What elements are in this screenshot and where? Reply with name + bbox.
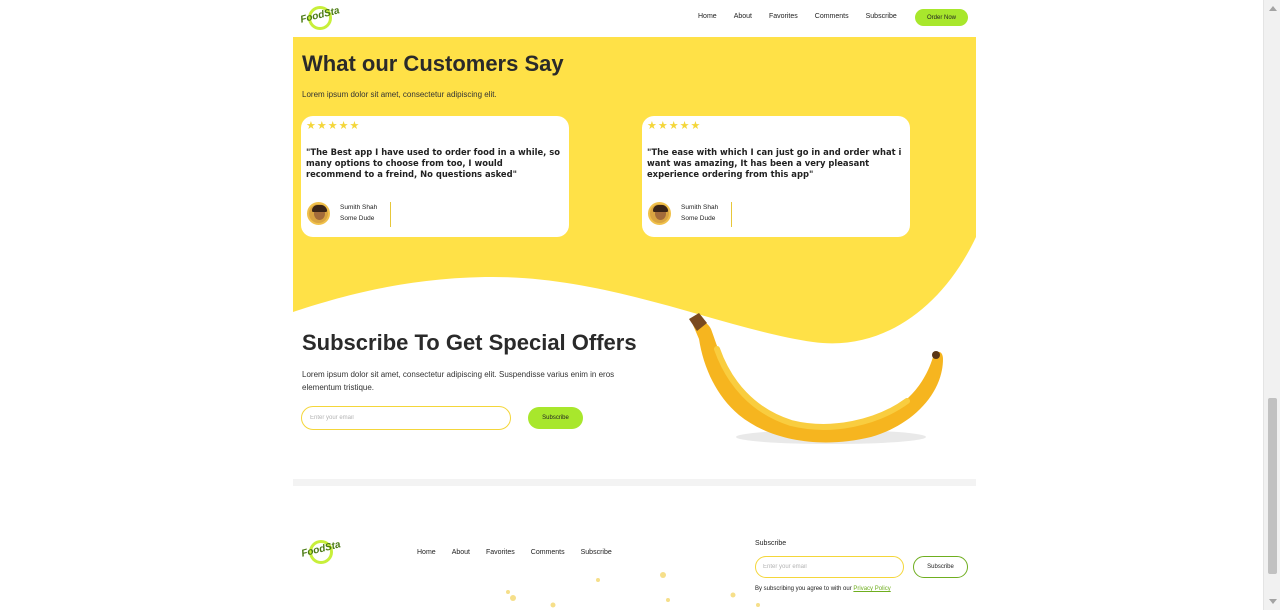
footer-privacy-note: By subscribing you agree to with our Pri… [755, 586, 891, 592]
privacy-policy-link[interactable]: Privacy Policy [853, 586, 890, 592]
banana-image [689, 313, 943, 444]
reviewer-divider [390, 202, 391, 227]
footer-note-text: By subscribing you agree to with our [755, 586, 854, 592]
footer-email-input[interactable] [755, 556, 904, 578]
footer-logo[interactable]: FoodSta [300, 538, 342, 566]
star-rating: ★★★★★ [647, 120, 702, 132]
testimonial-card: ★★★★★ "The Best app I have used to order… [301, 116, 569, 237]
reviewer-role: Some Dude [340, 215, 375, 222]
testimonial-card: ★★★★★ "The ease with which I can just go… [642, 116, 910, 237]
subscribe-title: Subscribe To Get Special Offers [302, 330, 637, 355]
page: FoodSta Home About Favorites Comments Su… [293, 0, 976, 610]
footer-subscribe-button[interactable]: Subscribe [913, 556, 968, 578]
footer-subscribe-label: Subscribe [755, 540, 787, 547]
logo[interactable]: FoodSta [299, 4, 341, 32]
subscribe-email-input[interactable] [301, 406, 511, 430]
decorative-sprinkles [506, 572, 760, 608]
testimonial-quote: "The ease with which I can just go in an… [647, 147, 902, 179]
footer-link-subscribe[interactable]: Subscribe [581, 549, 612, 556]
testimonials-title: What our Customers Say [302, 51, 564, 76]
reviewer-name: Sumith Shah [681, 204, 719, 211]
avatar-hair [653, 205, 668, 212]
navbar: FoodSta Home About Favorites Comments Su… [293, 0, 976, 37]
reviewer-name: Sumith Shah [340, 204, 378, 211]
order-now-button[interactable]: Order Now [915, 9, 968, 26]
star-rating: ★★★★★ [306, 120, 361, 132]
nav-link-comments[interactable]: Comments [815, 13, 849, 20]
nav-link-about[interactable]: About [734, 13, 752, 20]
scrollbar[interactable] [1263, 0, 1280, 610]
reviewer-role: Some Dude [681, 215, 716, 222]
footer-divider [293, 479, 976, 486]
scroll-up-arrow-icon[interactable] [1269, 6, 1277, 11]
reviewer-divider [731, 202, 732, 227]
subscribe-text: Lorem ipsum dolor sit amet, consectetur … [302, 370, 615, 392]
testimonials-subtitle: Lorem ipsum dolor sit amet, consectetur … [302, 90, 497, 99]
nav-link-home[interactable]: Home [698, 13, 717, 20]
scroll-down-arrow-icon[interactable] [1269, 599, 1277, 604]
avatar-hair [312, 205, 327, 212]
subscribe-button[interactable]: Subscribe [528, 407, 583, 429]
avatar [648, 202, 671, 225]
testimonial-quote: "The Best app I have used to order food … [306, 147, 561, 179]
scroll-thumb[interactable] [1268, 398, 1277, 574]
footer-links: Home About Favorites Comments Subscribe [417, 549, 628, 556]
footer-link-comments[interactable]: Comments [531, 549, 565, 556]
avatar [307, 202, 330, 225]
reviewer: Sumith Shah Some Dude [681, 202, 718, 224]
footer-link-favorites[interactable]: Favorites [486, 549, 515, 556]
footer-link-about[interactable]: About [452, 549, 470, 556]
nav-links: Home About Favorites Comments Subscribe [698, 13, 914, 20]
nav-link-favorites[interactable]: Favorites [769, 13, 798, 20]
footer-link-home[interactable]: Home [417, 549, 436, 556]
nav-link-subscribe[interactable]: Subscribe [866, 13, 897, 20]
reviewer: Sumith Shah Some Dude [340, 202, 377, 224]
